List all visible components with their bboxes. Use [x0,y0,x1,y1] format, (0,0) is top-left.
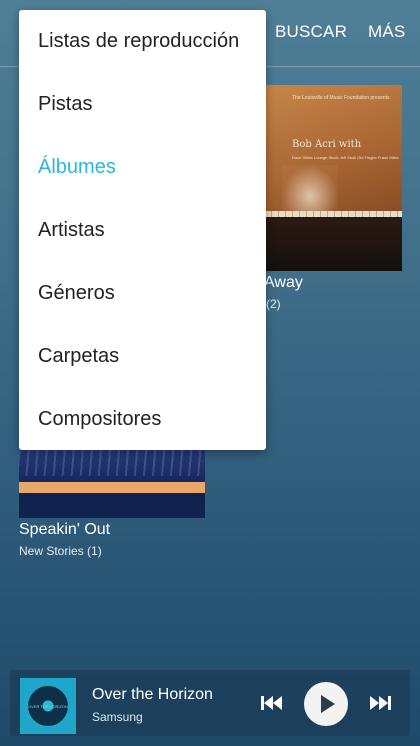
now-playing-title: Over the Horizon [92,686,213,703]
cover-artist-name: Bob Acri with [292,139,362,150]
menu-item-tracks[interactable]: Pistas [19,73,266,136]
artwork-text: OVER THE HORIZON [28,704,68,709]
album-title[interactable]: Speakin' Out [19,521,110,539]
menu-item-composers[interactable]: Compositores [19,388,266,451]
view-dropdown-menu: Listas de reproducción Pistas Álbumes Ar… [19,10,266,450]
menu-item-artists[interactable]: Artistas [19,199,266,262]
album-subtitle: New Stories (1) [19,544,102,558]
skip-previous-icon [261,696,282,710]
menu-item-playlists[interactable]: Listas de reproducción [19,10,266,73]
play-icon [321,695,335,713]
menu-item-genres[interactable]: Géneros [19,262,266,325]
cover-figure [282,165,338,217]
menu-item-folders[interactable]: Carpetas [19,325,266,388]
now-playing-artist: Samsung [92,710,143,724]
cover-band [19,482,205,493]
play-button[interactable] [304,682,348,726]
cover-ground [19,493,205,518]
previous-button[interactable] [258,692,286,714]
mini-player[interactable]: OVER THE HORIZON Over the Horizon Samsun… [10,670,410,736]
album-cover[interactable] [19,440,205,518]
more-button[interactable]: MÁS [368,22,405,42]
now-playing-artwork[interactable]: OVER THE HORIZON [20,678,76,734]
cover-song-list: Dave Gibbs Lounge Stuck Jeff Stroll Old … [292,155,399,160]
album-subtitle: (2) [266,297,281,311]
next-button[interactable] [366,692,394,714]
cover-small-text: The Louisville of Music Foundation prese… [292,95,390,101]
search-button[interactable]: BUSCAR [275,22,347,42]
album-cover[interactable]: The Louisville of Music Foundation prese… [258,85,402,271]
skip-next-icon [370,696,391,710]
menu-item-albums[interactable]: Álbumes [19,136,266,199]
cover-piano [258,217,402,271]
album-title[interactable]: Away [264,274,303,292]
